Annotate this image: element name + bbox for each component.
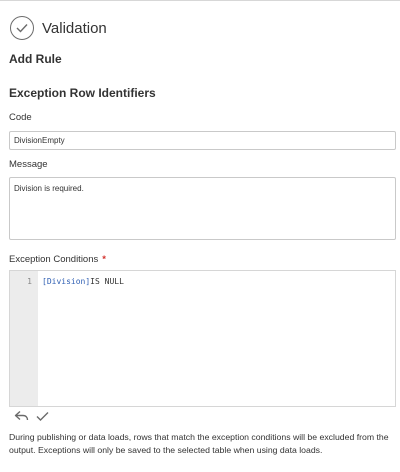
page-header: Validation <box>10 14 107 42</box>
undo-icon <box>14 410 28 421</box>
check-circle-icon <box>10 16 34 40</box>
check-icon <box>36 411 48 421</box>
exception-conditions-label-text: Exception Conditions <box>9 254 99 265</box>
line-number: 1 <box>27 277 32 286</box>
code-label: Code <box>9 112 32 123</box>
message-label: Message <box>9 159 48 170</box>
exception-conditions-editor[interactable]: 1 [Division]IS NULL <box>9 270 396 407</box>
message-textarea[interactable]: Division is required. <box>9 177 396 240</box>
code-input[interactable]: DivisionEmpty <box>9 131 396 150</box>
page-title: Validation <box>42 19 107 37</box>
field-reference: [Division] <box>42 277 91 286</box>
apply-button[interactable] <box>34 409 50 423</box>
code-line[interactable]: [Division]IS NULL <box>42 277 124 286</box>
help-text: During publishing or data loads, rows th… <box>9 432 389 455</box>
exception-conditions-label: Exception Conditions * <box>9 254 106 265</box>
page-subtitle: Add Rule <box>9 52 62 66</box>
undo-button[interactable] <box>13 409 29 423</box>
editor-gutter: 1 <box>10 271 38 406</box>
section-title: Exception Row Identifiers <box>9 86 156 100</box>
top-divider <box>0 0 400 4</box>
expression-text: IS NULL <box>90 277 124 286</box>
required-marker: * <box>102 254 106 265</box>
